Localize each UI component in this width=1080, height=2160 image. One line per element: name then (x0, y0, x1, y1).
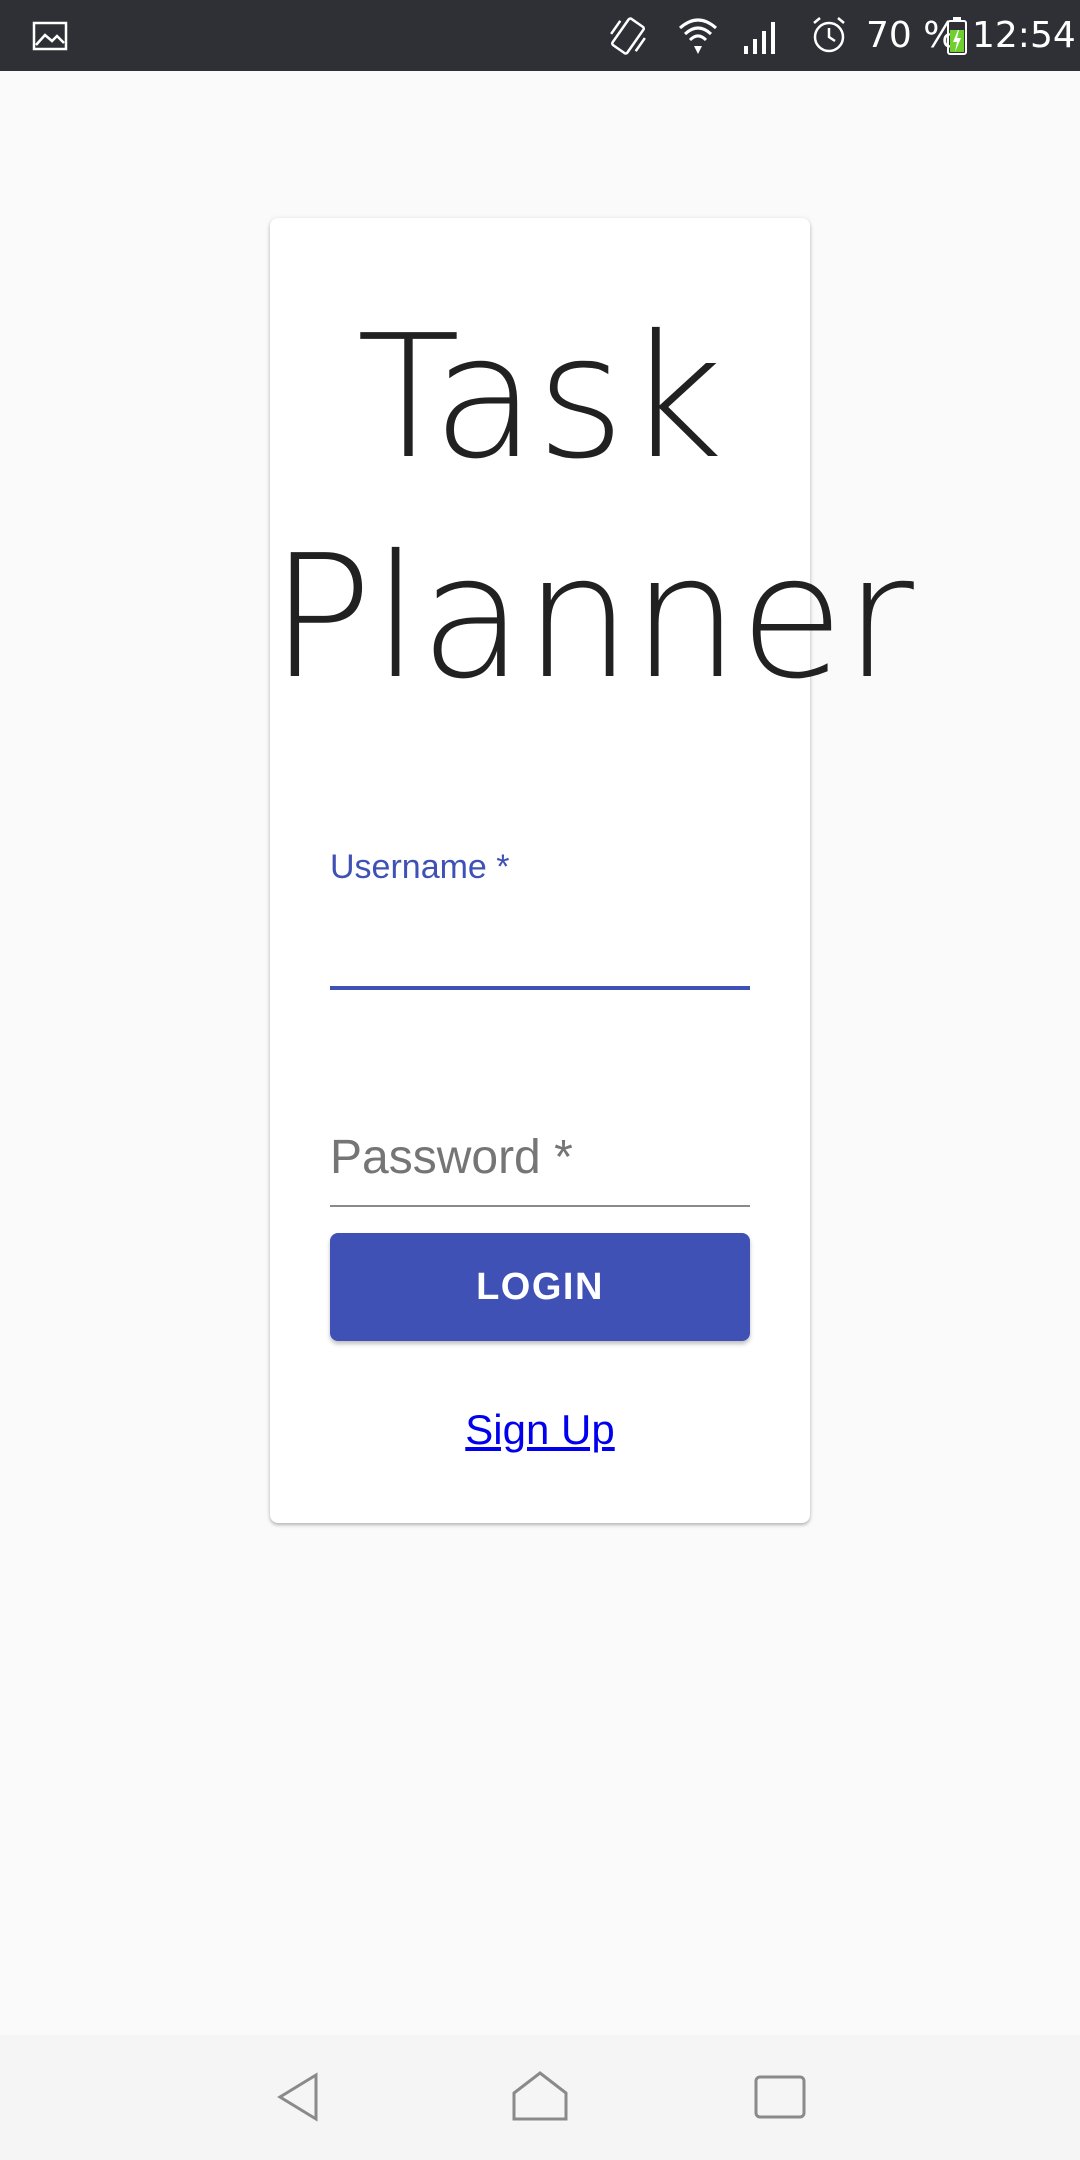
signal-icon (740, 0, 784, 71)
login-card: Task Planner Username * Password * LOGIN… (270, 218, 914, 1523)
back-icon[interactable] (260, 2057, 340, 2137)
recents-icon[interactable] (740, 2057, 820, 2137)
gallery-icon (32, 0, 68, 71)
clock: 12:54 (972, 15, 1076, 56)
navigation-bar (0, 2035, 1080, 2160)
home-icon[interactable] (500, 2057, 580, 2137)
login-button[interactable]: LOGIN (330, 1233, 750, 1341)
status-bar: 70 % 12:54 (0, 0, 1080, 71)
username-field[interactable] (330, 908, 750, 978)
username-underline (330, 986, 750, 990)
alarm-icon (808, 0, 850, 71)
password-field[interactable] (330, 1123, 750, 1203)
battery-charging-icon (946, 0, 968, 71)
username-label: Username * (330, 848, 510, 886)
app-title-line-1: Task (356, 299, 724, 497)
wifi-icon (676, 0, 720, 71)
battery-percent: 70 % (866, 15, 958, 56)
app-title: Task Planner (270, 288, 914, 728)
vibrate-icon (606, 0, 650, 71)
signup-link[interactable]: Sign Up (270, 1406, 810, 1454)
app-title-line-2: Planner (270, 519, 914, 717)
password-underline (330, 1205, 750, 1207)
